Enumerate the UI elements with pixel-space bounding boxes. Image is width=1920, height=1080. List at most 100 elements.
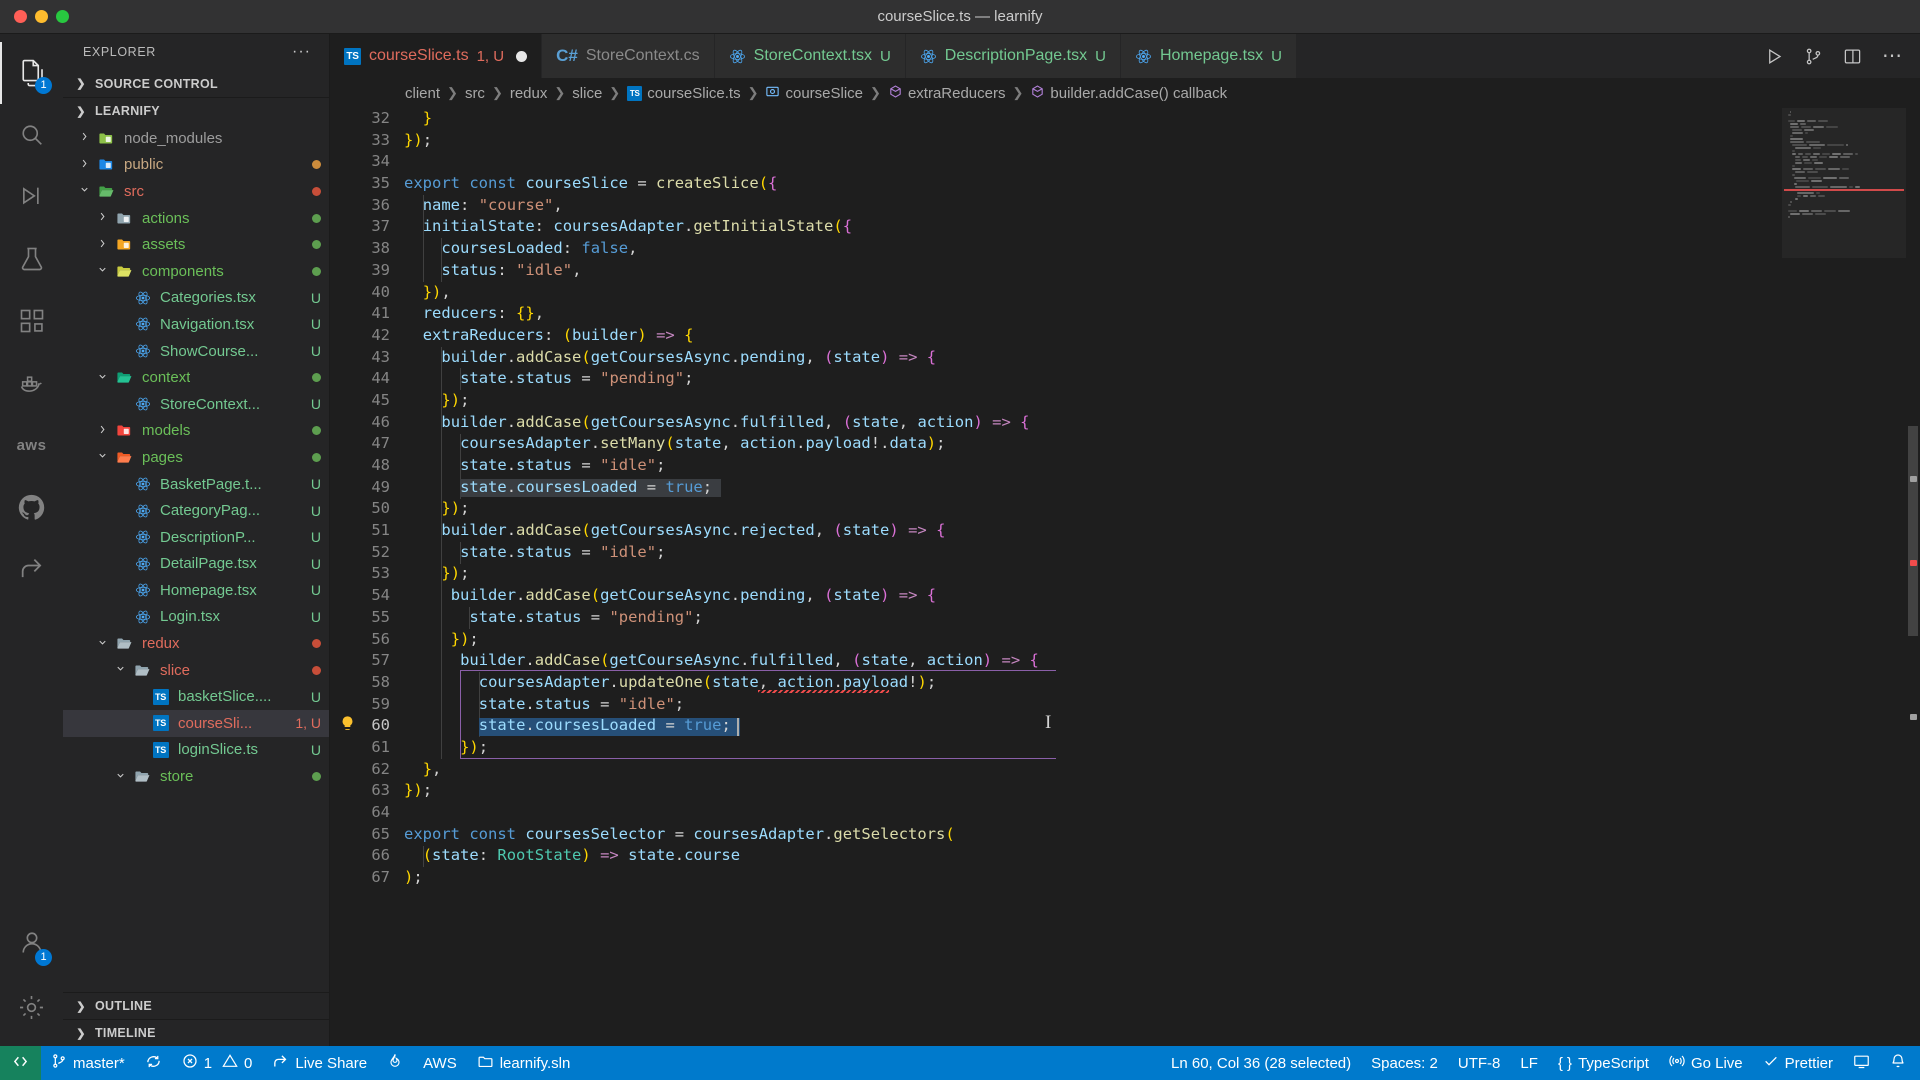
chevron-down-icon[interactable] [91,264,113,278]
code-line[interactable]: 40 }), [330,282,1782,304]
breadcrumb-item-builder-addcase-callback[interactable]: builder.addCase() callback [1030,84,1227,103]
ellipsis-icon[interactable]: ⋯ [1882,46,1902,66]
tree-item-models[interactable]: models [63,418,329,445]
status-branch[interactable]: master* [41,1046,135,1080]
activity-live-share[interactable] [0,538,63,600]
status-notifications[interactable] [1880,1046,1920,1080]
tree-item-store[interactable]: store [63,763,329,790]
status-aws[interactable]: AWS [413,1046,467,1080]
activity-extensions[interactable] [0,290,63,352]
breadcrumb-item-courseslice[interactable]: courseSlice [765,84,863,103]
code-line[interactable]: 60 state.coursesLoaded = true; [330,715,1782,737]
activity-accounts[interactable]: 1 [0,914,63,976]
code-line[interactable]: 63}); [330,780,1782,802]
tree-item-descriptionp[interactable]: DescriptionP... U [63,524,329,551]
tree-item-navigation-tsx[interactable]: Navigation.tsx U [63,311,329,338]
tree-item-categorypag[interactable]: CategoryPag... U [63,497,329,524]
code-line[interactable]: 53 }); [330,563,1782,585]
tree-item-coursesli[interactable]: TS courseSli... 1, U [63,710,329,737]
code-line[interactable]: 39 status: "idle", [330,260,1782,282]
code-editor[interactable]: 32 } 33}); 34 35 export const courseSlice = … [330,108,1920,1046]
tree-item-detailpage-tsx[interactable]: DetailPage.tsx U [63,551,329,578]
status-go-live[interactable]: Go Live [1659,1046,1753,1080]
status-eol[interactable]: LF [1510,1046,1548,1080]
chevron-down-icon[interactable] [109,663,131,677]
code-line[interactable]: 65 export const coursesSelector = courses… [330,824,1782,846]
code-line[interactable]: 43 builder.addCase(getCoursesAsync.pendi… [330,347,1782,369]
code-line[interactable]: 61 }); [330,737,1782,759]
code-line[interactable]: 45 }); [330,390,1782,412]
code-line[interactable]: 48 state.status = "idle"; [330,455,1782,477]
tree-item-showcourse[interactable]: ShowCourse... U [63,338,329,365]
tab-dirty-indicator[interactable] [516,50,528,62]
status-flame[interactable] [377,1046,413,1080]
tree-item-storecontext[interactable]: StoreContext... U [63,391,329,418]
status-live-share[interactable]: Live Share [262,1046,377,1080]
code-line[interactable]: 35 export const courseSlice = createSlice… [330,173,1782,195]
code-line[interactable]: 62 }, [330,759,1782,781]
remote-indicator-button[interactable] [0,1046,41,1080]
code-line[interactable]: 34 [330,151,1782,173]
explorer-more-icon[interactable]: ··· [292,44,311,60]
activity-search[interactable] [0,104,63,166]
tab-descriptionpage-tsx[interactable]: DescriptionPage.tsx U [905,34,1121,78]
minimap-slider[interactable] [1782,108,1906,258]
code-line[interactable]: 67); [330,867,1782,889]
scrollbar-thumb[interactable] [1908,426,1918,636]
breadcrumb-item-slice[interactable]: slice [572,85,602,102]
activity-github[interactable] [0,476,63,538]
lightbulb-icon[interactable] [339,715,356,739]
code-line[interactable]: 66 (state: RootState) => state.course [330,845,1782,867]
minimize-window-button[interactable] [35,10,48,23]
close-window-button[interactable] [14,10,27,23]
code-line[interactable]: 37 initialState: coursesAdapter.getIniti… [330,216,1782,238]
code-line[interactable]: 58 coursesAdapter.updateOne(state, actio… [330,672,1782,694]
tree-item-pages[interactable]: pages [63,444,329,471]
tab-homepage-tsx[interactable]: Homepage.tsx U [1120,34,1297,78]
code-line[interactable]: 36 name: "course", [330,195,1782,217]
chevron-down-icon[interactable] [91,371,113,385]
sidebar-section-learnify[interactable]: ❯ LEARNIFY [63,97,329,124]
chevron-right-icon[interactable] [73,131,95,145]
error-marker[interactable] [1910,560,1917,566]
status-cursor-position[interactable]: Ln 60, Col 36 (28 selected) [1161,1046,1361,1080]
activity-explorer[interactable]: 1 [0,42,63,104]
tree-item-loginslice-ts[interactable]: TS loginSlice.ts U [63,737,329,764]
status-sync[interactable] [135,1046,172,1080]
editor-scrollbar[interactable] [1906,108,1920,1046]
activity-test[interactable] [0,228,63,290]
breadcrumb-item-courseslice-ts[interactable]: TS courseSlice.ts [627,85,741,102]
code-line[interactable]: 50 }); [330,498,1782,520]
breadcrumb-item-extrareducers[interactable]: extraReducers [888,84,1005,103]
activity-run-debug[interactable] [0,166,63,228]
split-editor-icon[interactable] [1843,47,1862,66]
code-line[interactable]: 64 [330,802,1782,824]
activity-docker[interactable] [0,352,63,414]
chevron-down-icon[interactable] [73,184,95,198]
tree-item-basketpage-t[interactable]: BasketPage.t... U [63,471,329,498]
sidebar-section-timeline[interactable]: ❯ TIMELINE [63,1019,329,1046]
tree-item-categories-tsx[interactable]: Categories.tsx U [63,285,329,312]
tree-item-homepage-tsx[interactable]: Homepage.tsx U [63,577,329,604]
code-line[interactable]: 44 state.status = "pending"; [330,368,1782,390]
breadcrumb[interactable]: client ❯ src ❯ redux ❯ slice ❯ TS courseSlice.ts ❯… [330,78,1920,108]
tree-item-login-tsx[interactable]: Login.tsx U [63,604,329,631]
activity-aws[interactable]: aws [0,414,63,476]
play-icon[interactable] [1765,47,1784,66]
tree-item-redux[interactable]: redux [63,630,329,657]
chevron-right-icon[interactable] [91,424,113,438]
code-line[interactable]: 57 builder.addCase(getCourseAsync.fulfil… [330,650,1782,672]
status-indentation[interactable]: Spaces: 2 [1361,1046,1448,1080]
file-tree[interactable]: node_modules public src actions assets compon… [63,124,329,992]
code-content[interactable]: 32 } 33}); 34 35 export const courseSlice = … [330,108,1782,1046]
chevron-right-icon[interactable] [91,211,113,225]
status-encoding[interactable]: UTF-8 [1448,1046,1511,1080]
chevron-down-icon[interactable] [91,637,113,651]
chevron-right-icon[interactable] [91,238,113,252]
code-line[interactable]: 42 extraReducers: (builder) => { [330,325,1782,347]
chevron-down-icon[interactable] [91,450,113,464]
breadcrumb-item-client[interactable]: client [405,85,440,102]
minimap[interactable] [1782,108,1906,1046]
tree-item-src[interactable]: src [63,178,329,205]
tab-storecontext-tsx[interactable]: StoreContext.tsx U [714,34,906,78]
